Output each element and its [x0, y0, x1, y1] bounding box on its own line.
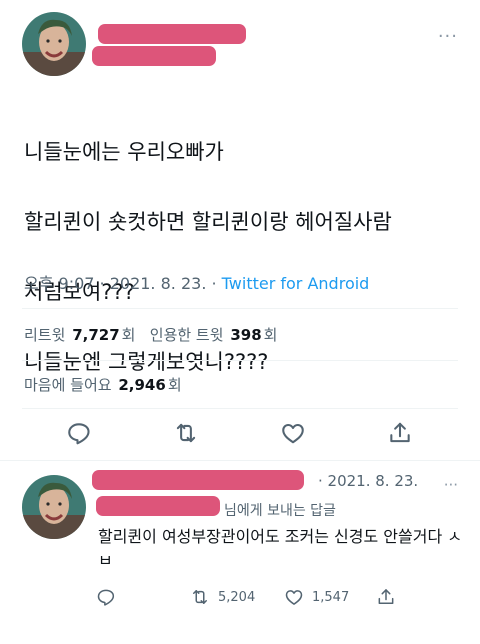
likes-count[interactable]: 2,946 — [118, 376, 165, 394]
tweet-timestamp[interactable]: 오후 9:07 · 2021. 8. 23. · — [24, 274, 222, 293]
retweet-icon[interactable] — [173, 420, 199, 446]
more-icon[interactable]: ··· — [438, 26, 458, 47]
likes-unit: 회 — [167, 376, 182, 394]
share-icon[interactable] — [387, 420, 413, 446]
tweet-meta: 오후 9:07 · 2021. 8. 23. · Twitter for And… — [24, 270, 369, 294]
avatar[interactable] — [22, 475, 86, 539]
reply-like-count: 1,547 — [312, 589, 350, 605]
tweet-text: 니들눈에는 우리오빠가 할리퀸이 숏컷하면 할리퀸이랑 헤어질사람 처럼보여??… — [24, 100, 464, 415]
quotes-label: 인용한 트윗 — [149, 326, 224, 344]
like-icon[interactable] — [280, 420, 306, 446]
share-icon — [378, 589, 394, 604]
tweet-text-line: 할리퀸이 숏컷하면 할리퀸이랑 헤어질사람 — [24, 210, 392, 234]
retweet-button[interactable]: 5,204 — [190, 586, 255, 608]
reply-icon — [97, 589, 115, 606]
tweet-source-link[interactable]: Twitter for Android — [222, 274, 370, 293]
retweet-quote-stats: 리트윗 7,727 회 인용한 트윗 398 회 — [24, 324, 277, 345]
likes-stats: 마음에 들어요 2,946 회 — [24, 374, 182, 395]
share-button[interactable] — [376, 586, 404, 608]
likes-label: 마음에 들어요 — [24, 376, 112, 394]
tweet-text-line: 니들눈에는 우리오빠가 — [24, 140, 224, 164]
replying-to-text: 님에게 보내는 답글 — [224, 503, 336, 519]
main-tweet: ··· 니들눈에는 우리오빠가 할리퀸이 숏컷하면 할리퀸이랑 헤어질사람 처럼… — [0, 0, 480, 460]
divider — [22, 308, 458, 309]
reply-actions: 5,204 1,547 — [0, 586, 480, 610]
retweets-unit: 회 — [121, 326, 136, 344]
redacted-username — [92, 46, 216, 66]
avatar[interactable] — [22, 12, 86, 76]
retweet-icon — [193, 590, 207, 604]
quotes-unit: 회 — [263, 326, 278, 344]
reply-retweet-count: 5,204 — [218, 589, 256, 605]
like-icon — [285, 590, 303, 605]
retweets-count[interactable]: 7,727 — [72, 326, 119, 344]
redacted-replying-to — [96, 496, 220, 516]
tweet-actions — [0, 420, 480, 450]
reply-icon[interactable] — [66, 420, 92, 446]
redacted-reply-author — [92, 470, 304, 490]
quotes-count[interactable]: 398 — [230, 326, 261, 344]
reply-button[interactable] — [96, 586, 124, 608]
redacted-display-name — [98, 24, 246, 44]
reply-date[interactable]: · 2021. 8. 23. — [318, 472, 418, 490]
like-button[interactable]: 1,547 — [284, 586, 349, 608]
divider — [22, 408, 458, 409]
retweets-label: 리트윗 — [24, 326, 66, 344]
divider — [22, 360, 458, 361]
more-icon[interactable]: ··· — [444, 476, 458, 494]
divider — [0, 460, 480, 461]
reply-text: 할리퀸이 여성부장관이어도 조커는 신경도 안쓸거다 ㅅㅂ — [98, 527, 462, 570]
